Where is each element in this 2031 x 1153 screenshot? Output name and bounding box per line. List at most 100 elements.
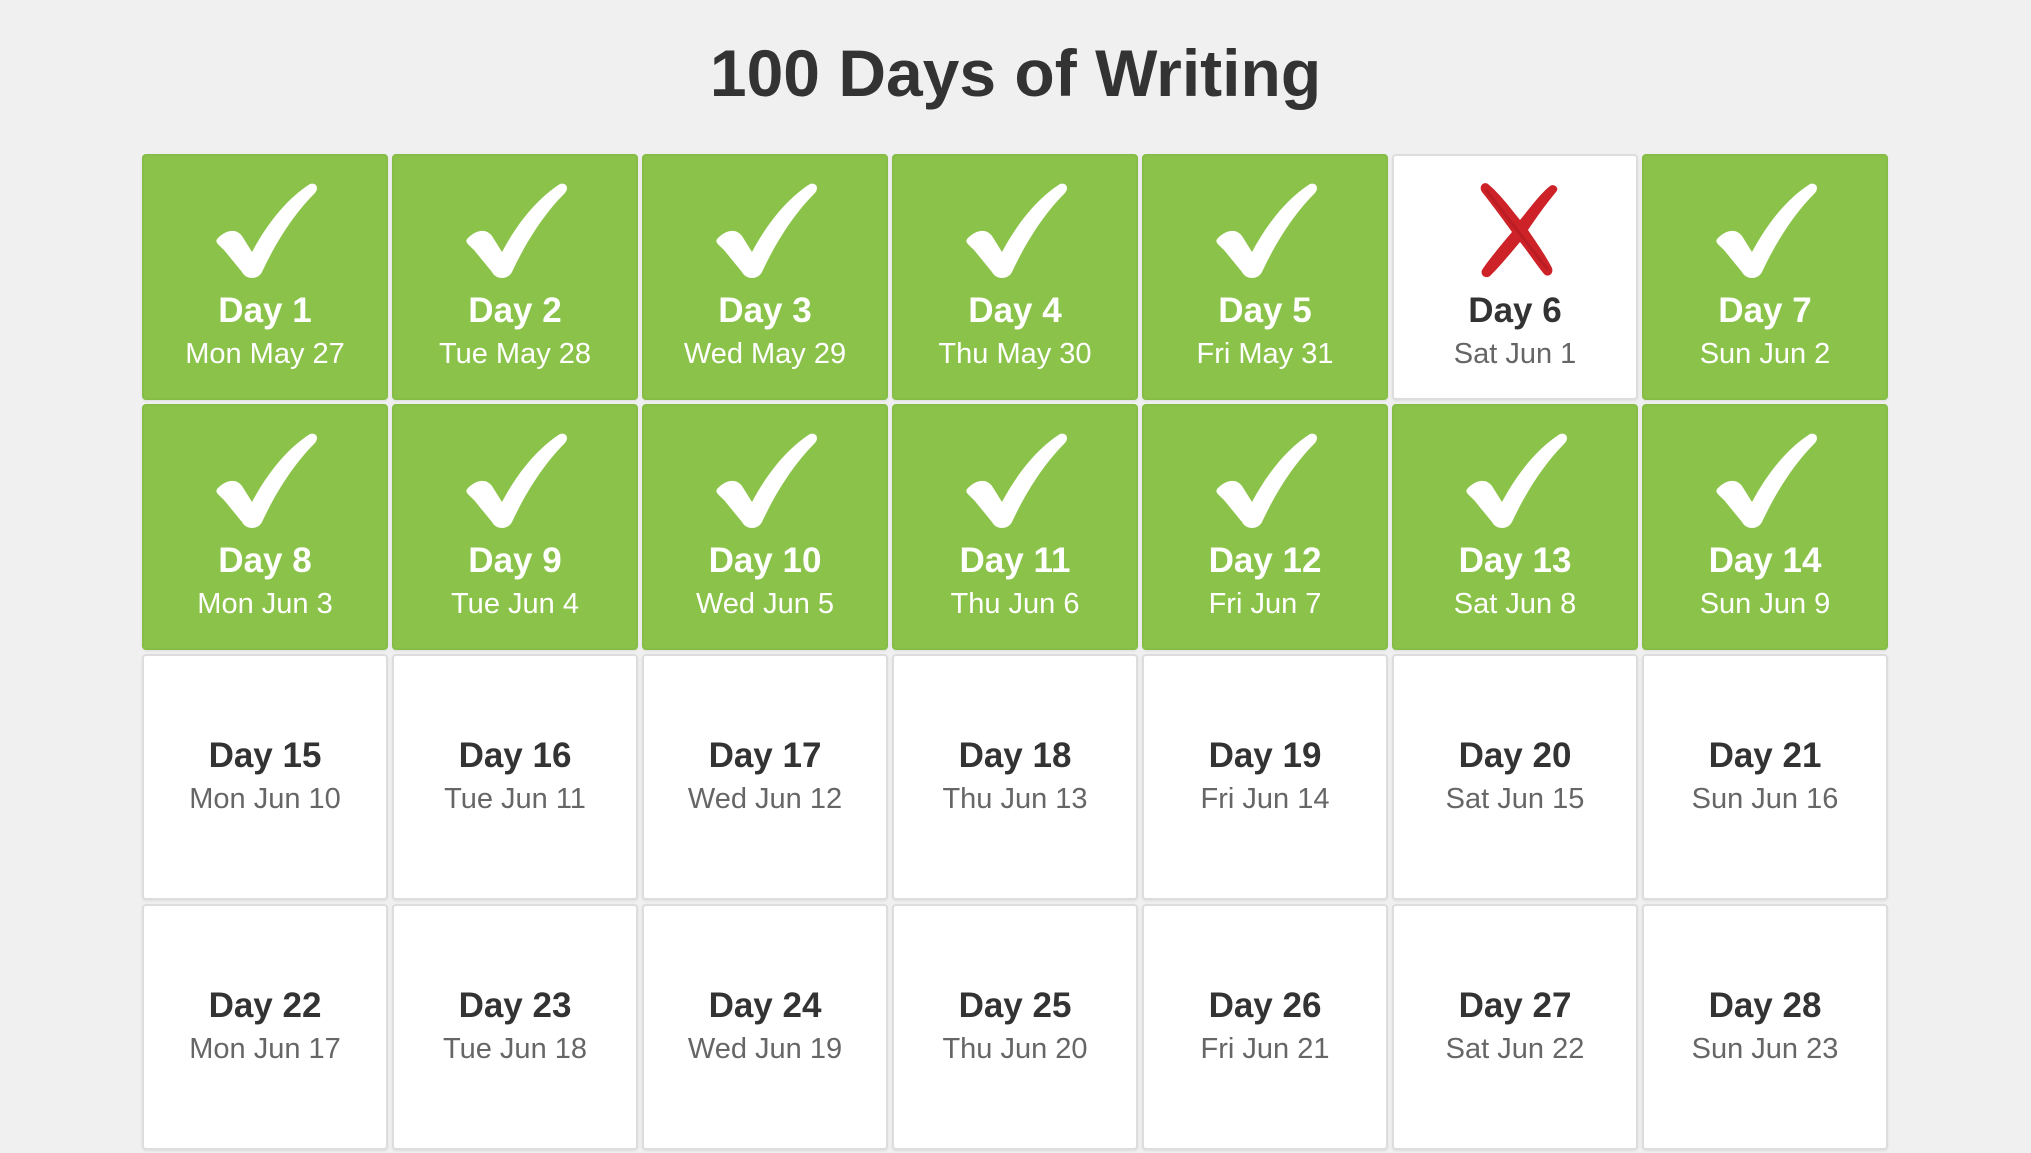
- day-cell[interactable]: Day 25 Thu Jun 20: [892, 904, 1138, 1150]
- checkmark-icon: [460, 430, 570, 530]
- day-label: Day 1: [218, 291, 312, 330]
- day-cell[interactable]: Day 18 Thu Jun 13: [892, 654, 1138, 900]
- day-date: Sun Jun 9: [1699, 588, 1831, 620]
- day-cell[interactable]: Day 1 Mon May 27: [142, 154, 388, 400]
- day-cell[interactable]: Day 7 Sun Jun 2: [1642, 154, 1888, 400]
- day-cell[interactable]: Day 23 Tue Jun 18: [392, 904, 638, 1150]
- day-date: Tue May 28: [438, 338, 592, 370]
- day-date: Mon May 27: [185, 338, 345, 370]
- day-label: Day 2: [468, 291, 562, 330]
- day-date: Wed May 29: [683, 338, 847, 370]
- day-cell[interactable]: Day 14 Sun Jun 9: [1642, 404, 1888, 650]
- checkmark-icon: [710, 180, 820, 280]
- checkmark-icon: [1460, 430, 1570, 530]
- day-date: Wed Jun 5: [695, 588, 835, 620]
- day-label: Day 3: [718, 291, 812, 330]
- day-date: Tue Jun 18: [442, 1033, 588, 1065]
- day-label: Day 17: [708, 736, 822, 775]
- day-label: Day 12: [1208, 541, 1322, 580]
- day-label: Day 4: [968, 291, 1062, 330]
- day-label: Day 22: [208, 986, 322, 1025]
- day-cell[interactable]: Day 22 Mon Jun 17: [142, 904, 388, 1150]
- day-cell[interactable]: Day 12 Fri Jun 7: [1142, 404, 1388, 650]
- day-cell[interactable]: Day 8 Mon Jun 3: [142, 404, 388, 650]
- day-date: Fri May 31: [1196, 338, 1334, 370]
- day-label: Day 20: [1458, 736, 1572, 775]
- day-cell[interactable]: Day 3 Wed May 29: [642, 154, 888, 400]
- day-label: Day 21: [1708, 736, 1822, 775]
- day-label: Day 15: [208, 736, 322, 775]
- day-cell[interactable]: Day 28 Sun Jun 23: [1642, 904, 1888, 1150]
- checkmark-icon: [960, 430, 1070, 530]
- day-date: Sun Jun 2: [1699, 338, 1831, 370]
- day-label: Day 6: [1468, 291, 1562, 330]
- day-label: Day 16: [458, 736, 572, 775]
- day-label: Day 9: [468, 541, 562, 580]
- day-date: Thu May 30: [938, 338, 1092, 370]
- checkmark-icon: [1210, 180, 1320, 280]
- day-label: Day 7: [1718, 291, 1812, 330]
- page-title: 100 Days of Writing: [709, 36, 1322, 110]
- day-date: Wed Jun 19: [687, 1033, 843, 1065]
- day-cell[interactable]: Day 21 Sun Jun 16: [1642, 654, 1888, 900]
- day-date: Wed Jun 12: [687, 783, 843, 815]
- day-date: Fri Jun 21: [1200, 1033, 1330, 1065]
- day-label: Day 5: [1218, 291, 1312, 330]
- checkmark-icon: [1710, 430, 1820, 530]
- day-date: Tue Jun 4: [451, 588, 579, 620]
- day-cell[interactable]: Day 26 Fri Jun 21: [1142, 904, 1388, 1150]
- checkmark-icon: [1210, 430, 1320, 530]
- day-date: Fri Jun 7: [1208, 588, 1322, 620]
- day-cell[interactable]: Day 4 Thu May 30: [892, 154, 1138, 400]
- day-label: Day 13: [1458, 541, 1572, 580]
- day-date: Thu Jun 20: [942, 1033, 1088, 1065]
- day-date: Sat Jun 22: [1445, 1033, 1585, 1065]
- checkmark-icon: [210, 430, 320, 530]
- day-label: Day 8: [218, 541, 312, 580]
- day-date: Thu Jun 6: [950, 588, 1080, 620]
- day-cell[interactable]: Day 5 Fri May 31: [1142, 154, 1388, 400]
- day-date: Sun Jun 23: [1691, 1033, 1839, 1065]
- day-label: Day 10: [708, 541, 822, 580]
- checkmark-icon: [210, 180, 320, 280]
- day-date: Mon Jun 17: [189, 1033, 341, 1065]
- day-date: Mon Jun 10: [189, 783, 341, 815]
- checkmark-icon: [710, 430, 820, 530]
- day-cell[interactable]: Day 27 Sat Jun 22: [1392, 904, 1638, 1150]
- day-date: Thu Jun 13: [942, 783, 1088, 815]
- day-cell[interactable]: Day 17 Wed Jun 12: [642, 654, 888, 900]
- day-cell[interactable]: Day 20 Sat Jun 15: [1392, 654, 1638, 900]
- day-label: Day 19: [1208, 736, 1322, 775]
- day-cell[interactable]: Day 19 Fri Jun 14: [1142, 654, 1388, 900]
- day-date: Sun Jun 16: [1691, 783, 1839, 815]
- day-label: Day 11: [959, 541, 1071, 580]
- day-cell[interactable]: Day 11 Thu Jun 6: [892, 404, 1138, 650]
- day-label: Day 27: [1458, 986, 1572, 1025]
- checkmark-icon: [1710, 180, 1820, 280]
- day-grid: Day 1 Mon May 27 Day 2 Tue May 28 Day 3 Wed M…: [142, 154, 1889, 1150]
- day-cell[interactable]: Day 15 Mon Jun 10: [142, 654, 388, 900]
- checkmark-icon: [460, 180, 570, 280]
- day-cell[interactable]: Day 24 Wed Jun 19: [642, 904, 888, 1150]
- day-date: Sat Jun 15: [1445, 783, 1585, 815]
- day-date: Mon Jun 3: [197, 588, 333, 620]
- day-date: Sat Jun 8: [1453, 588, 1577, 620]
- day-cell[interactable]: Day 6 Sat Jun 1: [1392, 154, 1638, 400]
- day-label: Day 26: [1208, 986, 1322, 1025]
- day-label: Day 23: [458, 986, 572, 1025]
- day-cell[interactable]: Day 10 Wed Jun 5: [642, 404, 888, 650]
- day-cell[interactable]: Day 2 Tue May 28: [392, 154, 638, 400]
- day-date: Fri Jun 14: [1200, 783, 1330, 815]
- day-label: Day 18: [958, 736, 1072, 775]
- cross-icon: [1460, 180, 1570, 280]
- day-cell[interactable]: Day 13 Sat Jun 8: [1392, 404, 1638, 650]
- day-label: Day 28: [1708, 986, 1822, 1025]
- day-label: Day 24: [708, 986, 822, 1025]
- day-label: Day 14: [1708, 541, 1822, 580]
- checkmark-icon: [960, 180, 1070, 280]
- day-date: Tue Jun 11: [444, 783, 586, 815]
- day-cell[interactable]: Day 16 Tue Jun 11: [392, 654, 638, 900]
- day-date: Sat Jun 1: [1453, 338, 1577, 370]
- day-cell[interactable]: Day 9 Tue Jun 4: [392, 404, 638, 650]
- day-label: Day 25: [958, 986, 1072, 1025]
